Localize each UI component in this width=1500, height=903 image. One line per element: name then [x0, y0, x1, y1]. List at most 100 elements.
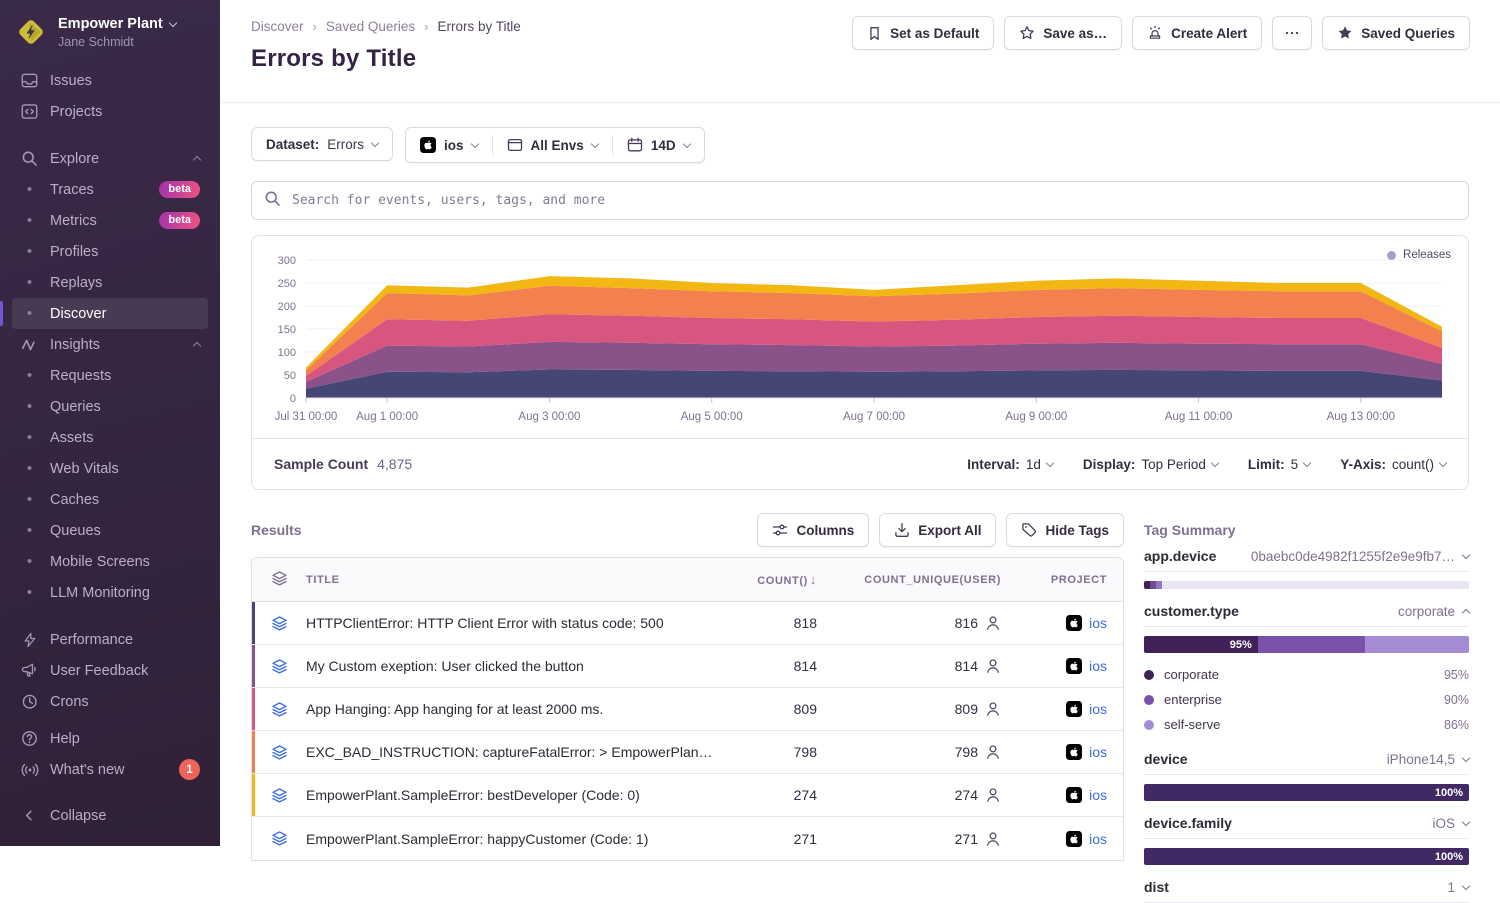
issue-stack-icon[interactable]: [252, 830, 306, 847]
error-title-link[interactable]: EmpowerPlant.SampleError: happyCustomer …: [306, 831, 725, 847]
calendar-icon: [627, 137, 643, 153]
error-title-link[interactable]: EXC_BAD_INSTRUCTION: captureFatalError: …: [306, 744, 725, 760]
org-switcher[interactable]: Empower Plant Jane Schmidt: [0, 0, 220, 65]
sidebar-item-queues[interactable]: •Queues: [12, 515, 208, 546]
limit-dropdown[interactable]: Limit:5: [1248, 457, 1310, 472]
column-header-count[interactable]: COUNT()↓: [725, 572, 817, 587]
create-alert-button[interactable]: Create Alert: [1132, 16, 1262, 50]
issue-stack-icon[interactable]: [252, 658, 306, 675]
tag-distribution-bar: 100%: [1144, 848, 1469, 865]
project-link[interactable]: ios: [1089, 831, 1107, 847]
issue-stack-icon[interactable]: [252, 787, 306, 804]
stacked-area-chart[interactable]: 050100150200250300Jul 31 00:00Aug 1 00:0…: [252, 252, 1468, 438]
sidebar-item-user-feedback[interactable]: User Feedback: [12, 655, 208, 686]
sidebar-item-requests[interactable]: •Requests: [12, 360, 208, 391]
sidebar-item-label: Crons: [50, 694, 89, 710]
count-unique-cell: 814: [817, 658, 1001, 674]
sidebar-item-projects[interactable]: Projects: [12, 96, 208, 127]
sidebar-item-llm-monitoring[interactable]: •LLM Monitoring: [12, 577, 208, 608]
display-dropdown[interactable]: Display:Top Period: [1083, 457, 1218, 472]
dataset-dropdown[interactable]: Dataset: Errors: [251, 127, 393, 161]
sidebar-item-assets[interactable]: •Assets: [12, 422, 208, 453]
column-header-project[interactable]: PROJECT: [1001, 574, 1107, 586]
sidebar-item-help[interactable]: Help: [12, 723, 208, 754]
megaphone-icon: [20, 662, 39, 679]
tag-section-header[interactable]: deviceiPhone14,5: [1144, 751, 1469, 775]
sidebar-item-crons[interactable]: Crons: [12, 686, 208, 717]
segment-label: 100%: [1435, 787, 1463, 799]
sidebar-item-whats-new[interactable]: What's new1: [12, 754, 208, 785]
tag-section-header[interactable]: customer.typecorporate: [1144, 603, 1469, 627]
sidebar-item-caches[interactable]: •Caches: [12, 484, 208, 515]
help-icon: [20, 730, 39, 747]
sidebar-item-label: Issues: [50, 73, 92, 89]
project-link[interactable]: ios: [1089, 787, 1107, 803]
save-as-button[interactable]: Save as…: [1004, 16, 1122, 50]
sidebar-section-explore[interactable]: Explore: [12, 143, 208, 174]
project-link[interactable]: ios: [1089, 615, 1107, 631]
error-title-link[interactable]: HTTPClientError: HTTP Client Error with …: [306, 615, 725, 631]
sidebar-item-queries[interactable]: •Queries: [12, 391, 208, 422]
sidebar-item-label: Queues: [50, 523, 101, 539]
error-title-link[interactable]: EmpowerPlant.SampleError: bestDeveloper …: [306, 787, 725, 803]
sidebar-collapse-button[interactable]: Collapse: [12, 800, 208, 831]
column-header-title[interactable]: TITLE: [306, 574, 725, 586]
issue-stack-icon[interactable]: [252, 701, 306, 718]
environment-filter[interactable]: All Envs: [493, 128, 612, 162]
breadcrumb-item[interactable]: Discover: [251, 19, 304, 34]
segment-label: 100%: [1435, 851, 1463, 863]
issue-stack-icon[interactable]: [252, 744, 306, 761]
chevron-down-icon: [682, 139, 690, 147]
sidebar-item-traces[interactable]: •Tracesbeta: [12, 174, 208, 205]
sidebar-item-web-vitals[interactable]: •Web Vitals: [12, 453, 208, 484]
svg-text:Aug 5 00:00: Aug 5 00:00: [681, 411, 743, 423]
insights-icon: [20, 336, 39, 354]
project-link[interactable]: ios: [1089, 658, 1107, 674]
project-link[interactable]: ios: [1089, 744, 1107, 760]
error-title-link[interactable]: App Hanging: App hanging for at least 20…: [306, 701, 725, 717]
tag-section-header[interactable]: dist1: [1144, 879, 1469, 903]
saved-queries-button[interactable]: Saved Queries: [1322, 16, 1470, 50]
column-header-count-unique[interactable]: COUNT_UNIQUE(USER): [817, 574, 1001, 586]
tag-section-header[interactable]: app.device0baebc0de4982f1255f2e9e9fb7…: [1144, 548, 1469, 572]
app-root: Empower Plant Jane Schmidt Issues Project…: [0, 0, 1500, 846]
user-icon: [985, 658, 1001, 674]
project-link[interactable]: ios: [1089, 701, 1107, 717]
columns-button[interactable]: Columns: [757, 513, 869, 547]
hide-tags-button[interactable]: Hide Tags: [1006, 513, 1124, 547]
project-filter[interactable]: ios: [406, 128, 492, 162]
sidebar-item-metrics[interactable]: •Metricsbeta: [12, 205, 208, 236]
project-cell: ios: [1001, 831, 1107, 847]
more-options-button[interactable]: [1272, 16, 1312, 50]
tag-section-header[interactable]: device.familyiOS: [1144, 815, 1469, 839]
nav-gap: [12, 127, 208, 143]
releases-legend[interactable]: Releases: [1387, 249, 1451, 261]
date-range-filter[interactable]: 14D: [613, 128, 704, 162]
button-label: Saved Queries: [1361, 26, 1455, 41]
sidebar-item-replays[interactable]: •Replays: [12, 267, 208, 298]
breadcrumb-item[interactable]: Saved Queries: [326, 19, 415, 34]
sidebar-section-insights[interactable]: Insights: [12, 329, 208, 360]
count-unique-value: 809: [955, 701, 978, 717]
sidebar-item-label: Projects: [50, 104, 102, 120]
sidebar-item-mobile-screens[interactable]: •Mobile Screens: [12, 546, 208, 577]
projects-icon: [20, 103, 39, 120]
breadcrumb: Discover›Saved Queries›Errors by Title: [251, 19, 521, 34]
search-input[interactable]: [290, 192, 1456, 209]
tag-distribution-bar: 95%: [1144, 636, 1469, 653]
error-title-link[interactable]: My Custom exeption: User clicked the but…: [306, 658, 725, 674]
svg-text:250: 250: [278, 278, 296, 290]
export-all-button[interactable]: Export All: [879, 513, 996, 547]
sidebar-nav: Issues Projects Explore•Tracesbeta•Metrics…: [0, 65, 220, 785]
sidebar-item-profiles[interactable]: •Profiles: [12, 236, 208, 267]
y-axis-dropdown[interactable]: Y-Axis:count(): [1340, 457, 1446, 472]
issue-stack-icon[interactable]: [252, 615, 306, 632]
set-as-default-button[interactable]: Set as Default: [852, 16, 994, 50]
chevron-down-icon: [1303, 458, 1311, 466]
sidebar-item-issues[interactable]: Issues: [12, 65, 208, 96]
filter-row: Dataset: Errors ios All Envs: [251, 127, 1469, 163]
sidebar-item-performance[interactable]: Performance: [12, 624, 208, 655]
interval-dropdown[interactable]: Interval:1d: [967, 457, 1053, 472]
apple-icon: [420, 137, 436, 153]
sidebar-item-discover[interactable]: •Discover: [12, 298, 208, 329]
